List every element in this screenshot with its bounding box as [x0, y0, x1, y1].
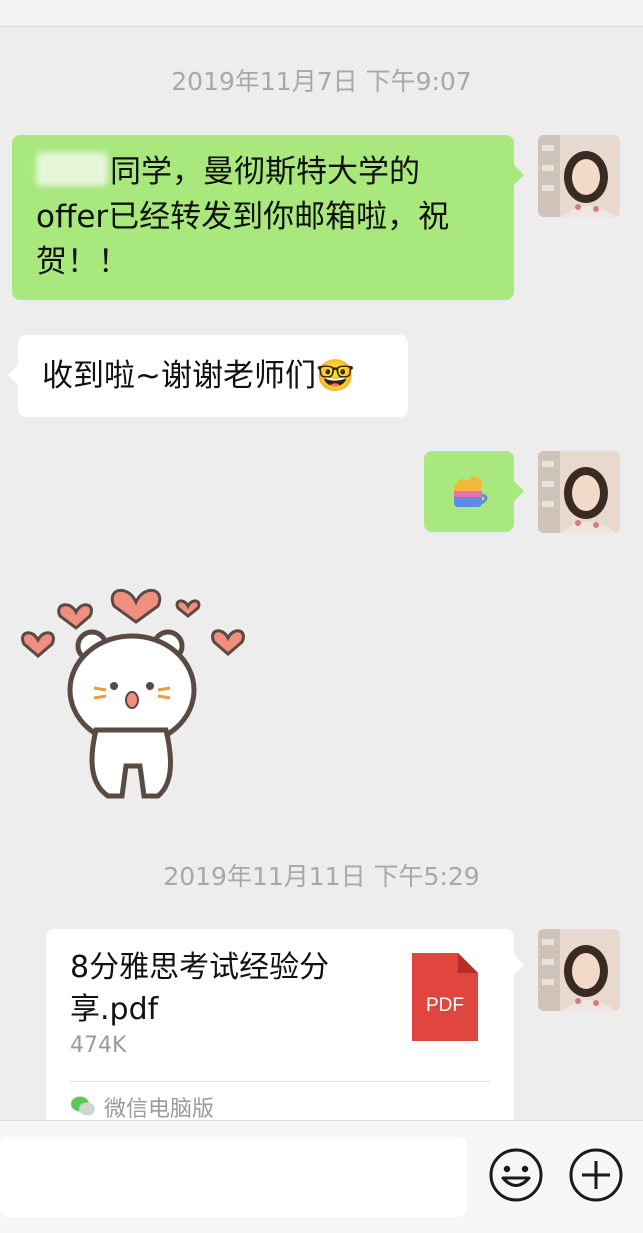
pdf-label: PDF — [426, 995, 464, 1016]
more-functions-button[interactable] — [568, 1147, 624, 1203]
timestamp: 2019年11月7日 下午9:07 — [171, 67, 472, 96]
sent-message-bubble[interactable]: 同学，曼彻斯特大学的 offer已经转发到你邮箱啦，祝贺！！ — [12, 135, 524, 300]
file-source-label: 微信电脑版 — [104, 1097, 215, 1122]
sent-sticker-bubble[interactable] — [424, 451, 524, 532]
message-text: 收到啦~谢谢老师们🤓 — [42, 353, 384, 399]
message-input[interactable] — [0, 1137, 467, 1217]
plus-circle-icon — [569, 1148, 623, 1202]
message-text: 同学，曼彻斯特大学的 offer已经转发到你邮箱啦，祝贺！！ — [36, 150, 490, 285]
my-avatar[interactable] — [538, 929, 620, 1011]
file-name: 8分雅思考试经验分享.pdf — [70, 950, 330, 1027]
my-avatar[interactable] — [538, 451, 620, 533]
timestamp: 2019年11月11日 下午5:29 — [163, 862, 480, 891]
pdf-file-icon: PDF — [412, 953, 478, 1041]
top-status-strip — [0, 0, 643, 27]
avatar-image — [538, 929, 620, 1011]
file-size: 474K — [70, 1033, 127, 1058]
received-message-bubble[interactable]: 收到啦~谢谢老师们🤓 — [8, 335, 408, 417]
message-body: 收到啦~谢谢老师们 — [42, 358, 316, 394]
file-card-divider — [70, 1081, 490, 1082]
nerd-face-emoji-icon: 🤓 — [315, 358, 355, 394]
avatar-image — [538, 451, 620, 533]
wechat-icon — [71, 1096, 95, 1116]
smiley-icon — [489, 1148, 543, 1202]
received-sticker[interactable] — [18, 570, 258, 810]
emoji-button[interactable] — [488, 1147, 544, 1203]
redacted-name — [36, 152, 108, 186]
cake-cup-sticker-icon — [454, 476, 488, 507]
bear-with-hearts-sticker — [21, 589, 245, 799]
input-toolbar — [0, 1120, 643, 1233]
file-message-card[interactable]: 8分雅思考试经验分享.pdf 474K PDF 微信电脑版 — [46, 929, 524, 1129]
avatar-image — [538, 135, 620, 217]
my-avatar[interactable] — [538, 135, 620, 217]
